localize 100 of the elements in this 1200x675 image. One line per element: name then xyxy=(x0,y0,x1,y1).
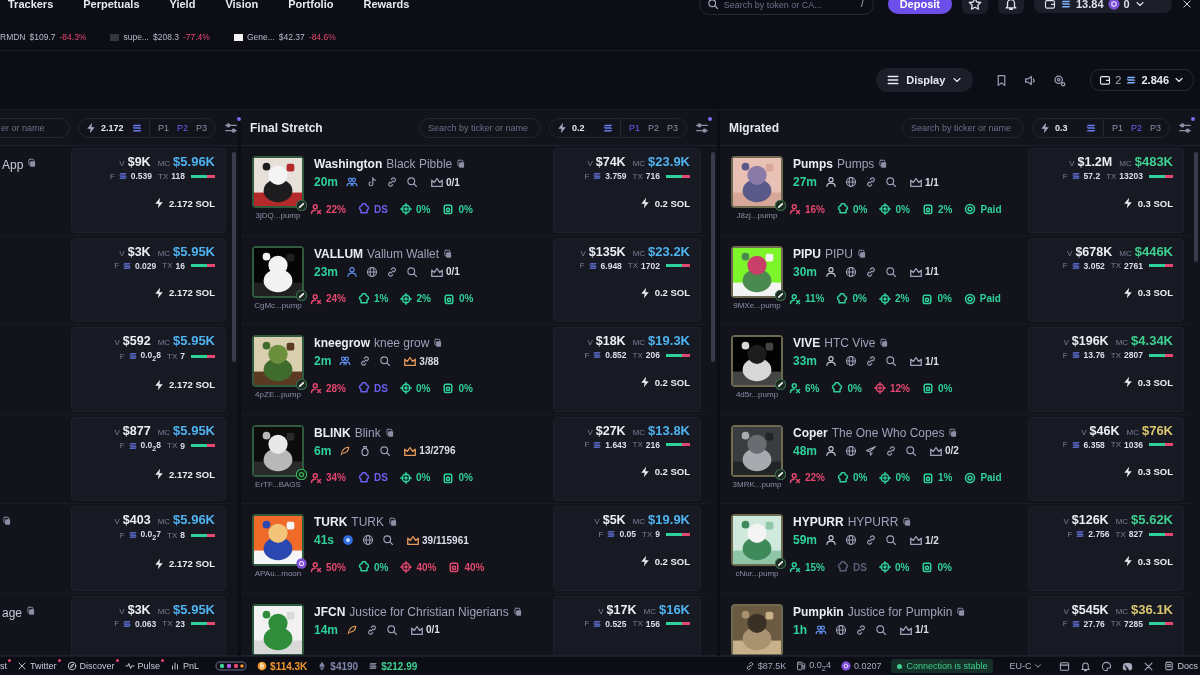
preset-tab[interactable]: P1 xyxy=(626,123,642,133)
quick-buy-amount[interactable]: 2.172 xyxy=(101,123,127,133)
website-icon[interactable] xyxy=(845,444,858,457)
quick-buy-amount[interactable]: 0.3 xyxy=(1054,123,1081,133)
notifications-icon[interactable] xyxy=(1080,660,1092,672)
preset-tab[interactable]: P3 xyxy=(1148,123,1163,133)
copy-icon[interactable] xyxy=(456,159,467,169)
search-icon[interactable] xyxy=(885,355,898,367)
token-ticker[interactable]: kneegrow xyxy=(314,336,370,350)
contract-address[interactable]: 4d5r...pump xyxy=(735,390,779,399)
link-icon[interactable] xyxy=(855,623,867,636)
people-icon[interactable] xyxy=(339,355,352,367)
scrollbar-thumb[interactable] xyxy=(232,152,236,362)
website-icon[interactable] xyxy=(835,623,847,636)
quick-buy-button[interactable]: 2.172 SOL xyxy=(153,555,215,572)
tiktok-icon[interactable] xyxy=(366,176,379,188)
link-icon[interactable] xyxy=(359,355,372,367)
search-icon[interactable] xyxy=(406,176,419,188)
palette-icon[interactable] xyxy=(1101,660,1113,672)
search-field[interactable]: er or name xyxy=(0,118,70,138)
footer-link[interactable]: Pulse xyxy=(124,661,161,671)
preset-tab[interactable]: P3 xyxy=(194,123,210,133)
docs-link[interactable]: Docs xyxy=(1164,661,1198,671)
contract-address[interactable]: 4pZE...pump xyxy=(255,390,301,399)
feather-icon[interactable] xyxy=(339,444,352,457)
copy-icon[interactable] xyxy=(26,605,37,616)
layout-icon[interactable] xyxy=(1059,660,1071,672)
token-ticker[interactable]: HYPURR xyxy=(793,515,844,529)
money-bag-icon[interactable] xyxy=(359,444,372,457)
copy-icon[interactable] xyxy=(878,159,889,169)
quick-buy-button[interactable]: 0.3 SOL xyxy=(1121,553,1173,569)
filter-icon[interactable] xyxy=(224,121,239,135)
quick-buy-button[interactable]: 0.3 SOL xyxy=(1121,284,1173,301)
person-icon[interactable] xyxy=(346,265,359,278)
token-ticker[interactable]: PIPU xyxy=(793,246,821,261)
token-ticker[interactable]: VIVE xyxy=(793,336,821,350)
website-icon[interactable] xyxy=(366,265,379,278)
token-ticker[interactable]: BLINK xyxy=(314,425,351,440)
link-icon[interactable] xyxy=(865,355,878,367)
settings-icon[interactable] xyxy=(1053,73,1067,87)
copy-icon[interactable] xyxy=(443,248,454,259)
wallet-selector[interactable]: 13.84 0 xyxy=(1034,0,1172,13)
search-icon[interactable] xyxy=(875,623,887,636)
quick-buy-button[interactable]: 0.2 SOL xyxy=(638,463,690,480)
nav-link[interactable]: Portfolio xyxy=(288,0,334,10)
copy-icon[interactable] xyxy=(27,158,38,168)
copy-icon[interactable] xyxy=(956,606,967,617)
search-field[interactable]: Search by ticker or name xyxy=(418,118,541,138)
link-icon[interactable] xyxy=(386,265,399,278)
link-icon[interactable] xyxy=(885,444,898,457)
quick-buy-button[interactable]: 2.172 SOL xyxy=(153,284,215,301)
copy-icon[interactable] xyxy=(948,427,959,438)
scrollbar-thumb[interactable] xyxy=(711,152,715,362)
filter-icon[interactable] xyxy=(1178,121,1192,135)
link-icon[interactable] xyxy=(366,623,379,636)
search-icon[interactable] xyxy=(386,623,399,636)
nav-link[interactable]: Yield xyxy=(169,0,196,10)
toggle-pill-icon[interactable] xyxy=(215,658,248,674)
notifications-button[interactable] xyxy=(998,0,1024,14)
copy-icon[interactable] xyxy=(902,517,913,527)
website-icon[interactable] xyxy=(845,265,858,278)
search-field[interactable]: Search by ticker or name xyxy=(901,118,1024,138)
token-ticker[interactable]: Coper xyxy=(793,425,828,440)
token-ticker[interactable]: Pumpkin xyxy=(793,604,844,619)
preset-tab[interactable]: P2 xyxy=(1128,123,1144,133)
quick-buy-button[interactable]: 2.172 SOL xyxy=(153,466,215,483)
preset-tab[interactable]: P2 xyxy=(645,123,661,133)
copy-icon[interactable] xyxy=(433,338,444,348)
token-ticker[interactable]: JFCN xyxy=(314,604,346,619)
people-icon[interactable] xyxy=(815,623,827,636)
ticker-name[interactable]: supe... xyxy=(123,32,149,42)
token-ticker[interactable]: Pumps xyxy=(793,157,833,171)
search-icon[interactable] xyxy=(885,176,898,188)
person-icon[interactable] xyxy=(825,444,838,457)
website-icon[interactable] xyxy=(845,355,858,367)
ticker-name[interactable]: Gene... xyxy=(246,32,275,42)
filter-icon[interactable] xyxy=(695,121,709,135)
token-ticker[interactable]: Washington xyxy=(314,157,383,171)
footer-link[interactable]: PnL xyxy=(170,661,200,671)
deposit-button[interactable]: Deposit xyxy=(887,0,952,14)
person-icon[interactable] xyxy=(825,265,838,278)
send-icon[interactable] xyxy=(865,444,878,457)
ticker-name[interactable]: RMDN xyxy=(0,32,26,42)
search-icon[interactable] xyxy=(885,265,898,278)
website-icon[interactable] xyxy=(845,534,858,546)
quick-buy-button[interactable]: 0.2 SOL xyxy=(638,374,690,390)
nav-link[interactable]: Trackers xyxy=(8,0,54,10)
contract-address[interactable]: 9MXe...pump xyxy=(733,300,781,310)
link-icon[interactable] xyxy=(865,176,878,188)
search-icon[interactable] xyxy=(406,265,419,278)
website-icon[interactable] xyxy=(362,534,375,546)
quick-buy-button[interactable]: 2.172 SOL xyxy=(153,195,215,211)
token-ticker[interactable]: TURK xyxy=(314,515,348,529)
person-icon[interactable] xyxy=(825,176,838,188)
nav-link[interactable]: Vision xyxy=(225,0,259,10)
feather-icon[interactable] xyxy=(346,623,359,636)
search-icon[interactable] xyxy=(885,534,898,546)
region-selector[interactable]: EU-C xyxy=(1003,660,1050,672)
footer-link[interactable]: Discover xyxy=(66,661,115,671)
search-icon[interactable] xyxy=(379,355,392,367)
